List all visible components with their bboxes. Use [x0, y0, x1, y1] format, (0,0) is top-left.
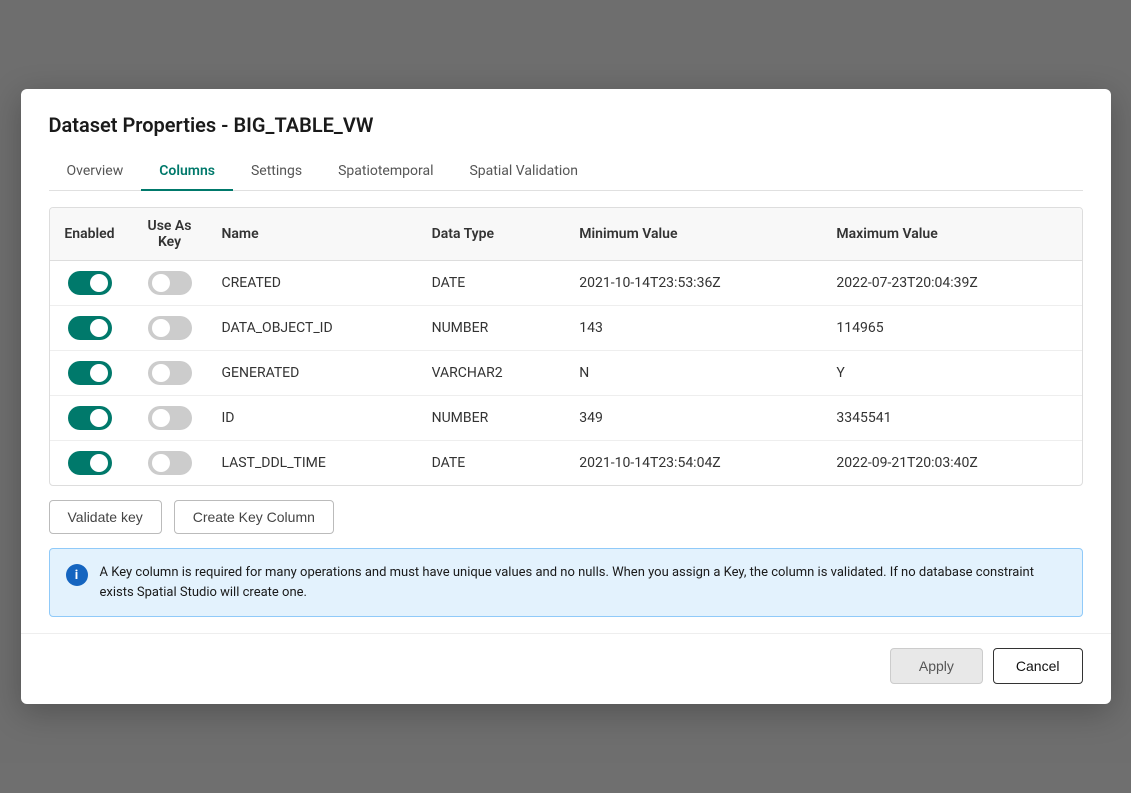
table-row: CREATEDDATE2021-10-14T23:53:36Z2022-07-2…: [50, 261, 1082, 306]
tab-spatial-validation[interactable]: Spatial Validation: [451, 153, 596, 191]
column-data-type: VARCHAR2: [420, 351, 568, 396]
use-as-key-toggle[interactable]: [148, 316, 192, 340]
column-min-value: N: [567, 351, 824, 396]
enabled-toggle[interactable]: [68, 361, 112, 385]
col-header-maxvalue: Maximum Value: [824, 208, 1081, 261]
column-name: LAST_DDL_TIME: [210, 441, 420, 486]
modal-header: Dataset Properties - BIG_TABLE_VW Overvi…: [21, 89, 1111, 191]
enabled-toggle[interactable]: [68, 406, 112, 430]
column-min-value: 349: [567, 396, 824, 441]
column-name: GENERATED: [210, 351, 420, 396]
tabs-bar: Overview Columns Settings Spatiotemporal…: [49, 153, 1083, 191]
col-header-datatype: Data Type: [420, 208, 568, 261]
use-as-key-toggle[interactable]: [148, 271, 192, 295]
tab-settings[interactable]: Settings: [233, 153, 320, 191]
table-scroll[interactable]: Enabled Use AsKey Name Data Type Minimum…: [50, 208, 1082, 485]
column-min-value: 143: [567, 306, 824, 351]
column-max-value: Y: [824, 351, 1081, 396]
column-max-value: 3345541: [824, 396, 1081, 441]
col-header-minvalue: Minimum Value: [567, 208, 824, 261]
enabled-toggle[interactable]: [68, 271, 112, 295]
column-data-type: DATE: [420, 441, 568, 486]
column-name: CREATED: [210, 261, 420, 306]
modal-overlay: Dataset Properties - BIG_TABLE_VW Overvi…: [0, 0, 1131, 793]
info-icon: i: [66, 564, 88, 586]
tab-columns[interactable]: Columns: [141, 153, 233, 191]
column-max-value: 2022-07-23T20:04:39Z: [824, 261, 1081, 306]
modal-footer: Apply Cancel: [21, 633, 1111, 704]
apply-button[interactable]: Apply: [890, 648, 983, 684]
columns-table: Enabled Use AsKey Name Data Type Minimum…: [50, 208, 1082, 485]
column-data-type: NUMBER: [420, 396, 568, 441]
enabled-toggle[interactable]: [68, 316, 112, 340]
column-name: ID: [210, 396, 420, 441]
info-text: A Key column is required for many operat…: [100, 563, 1066, 602]
info-box: i A Key column is required for many oper…: [49, 548, 1083, 617]
table-row: IDNUMBER3493345541: [50, 396, 1082, 441]
tab-spatiotemporal[interactable]: Spatiotemporal: [320, 153, 451, 191]
modal: Dataset Properties - BIG_TABLE_VW Overvi…: [21, 89, 1111, 704]
column-name: DATA_OBJECT_ID: [210, 306, 420, 351]
column-min-value: 2021-10-14T23:53:36Z: [567, 261, 824, 306]
col-header-useAsKey: Use AsKey: [130, 208, 210, 261]
column-max-value: 2022-09-21T20:03:40Z: [824, 441, 1081, 486]
col-header-name: Name: [210, 208, 420, 261]
column-min-value: 2021-10-14T23:54:04Z: [567, 441, 824, 486]
cancel-button[interactable]: Cancel: [993, 648, 1083, 684]
validate-key-button[interactable]: Validate key: [49, 500, 162, 534]
table-row: LAST_DDL_TIMEDATE2021-10-14T23:54:04Z202…: [50, 441, 1082, 486]
col-header-enabled: Enabled: [50, 208, 130, 261]
table-row: DATA_OBJECT_IDNUMBER143114965: [50, 306, 1082, 351]
column-data-type: DATE: [420, 261, 568, 306]
tab-overview[interactable]: Overview: [49, 153, 142, 191]
create-key-column-button[interactable]: Create Key Column: [174, 500, 334, 534]
modal-body: Enabled Use AsKey Name Data Type Minimum…: [21, 191, 1111, 633]
use-as-key-toggle[interactable]: [148, 361, 192, 385]
columns-table-container: Enabled Use AsKey Name Data Type Minimum…: [49, 207, 1083, 486]
column-data-type: NUMBER: [420, 306, 568, 351]
actions-row: Validate key Create Key Column: [49, 500, 1083, 534]
table-row: GENERATEDVARCHAR2NY: [50, 351, 1082, 396]
enabled-toggle[interactable]: [68, 451, 112, 475]
modal-title: Dataset Properties - BIG_TABLE_VW: [49, 113, 1083, 137]
column-max-value: 114965: [824, 306, 1081, 351]
use-as-key-toggle[interactable]: [148, 451, 192, 475]
use-as-key-toggle[interactable]: [148, 406, 192, 430]
